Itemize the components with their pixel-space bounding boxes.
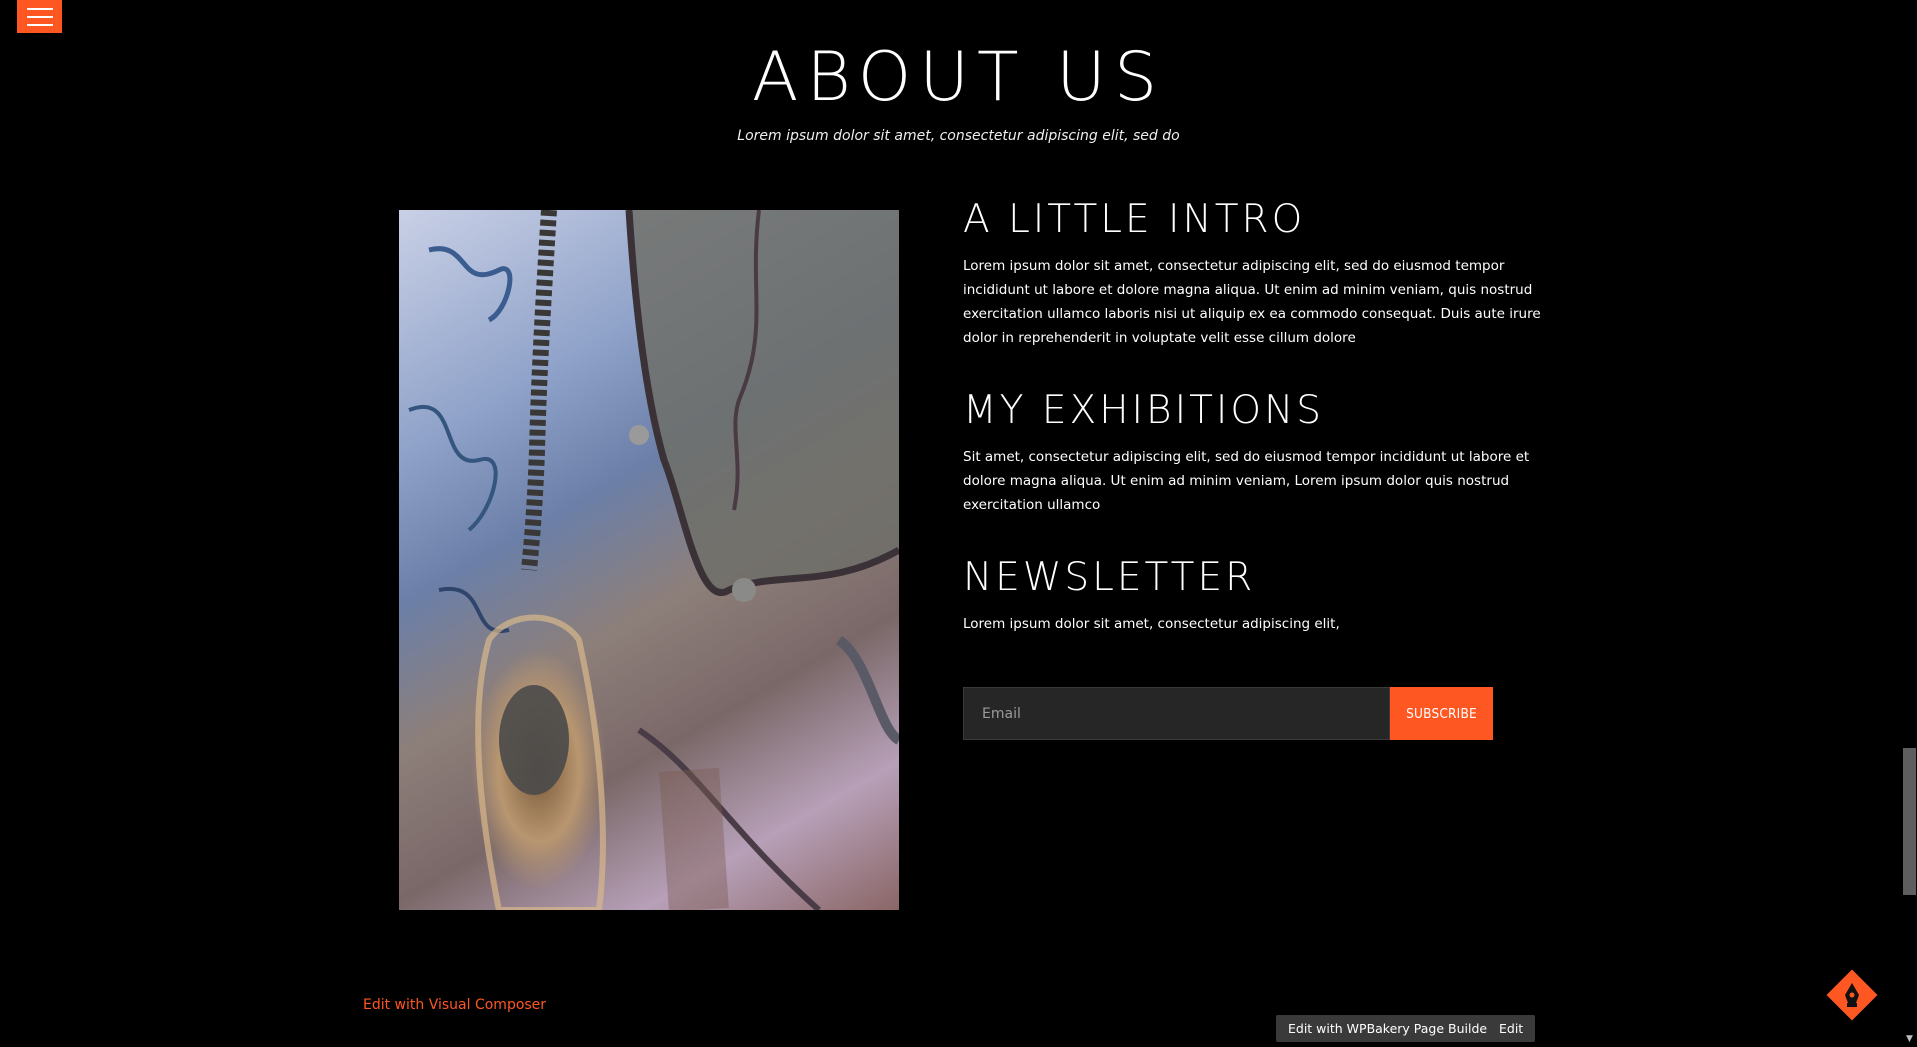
intro-text: Lorem ipsum dolor sit amet, consectetur … (963, 258, 1541, 346)
hamburger-menu-icon (26, 15, 53, 18)
scroll-down-arrow-icon[interactable]: ▼ (1904, 1034, 1915, 1045)
page-title: ABOUT US (751, 38, 1166, 117)
artwork-image (399, 210, 899, 910)
newsletter-form: SUBSCRIBE (963, 687, 1493, 740)
edit-with-visual-composer-link[interactable]: Edit with Visual Composer (363, 997, 546, 1013)
hamburger-menu-icon (26, 7, 53, 10)
subscribe-button[interactable]: SUBSCRIBE (1390, 687, 1493, 740)
exhibitions-heading: MY EXHIBITIONS (963, 388, 1325, 433)
page-subtitle: Lorem ipsum dolor sit amet, consectetur … (737, 128, 1180, 144)
edit-button[interactable]: Edit (1487, 1015, 1536, 1042)
pen-nib-button[interactable] (1826, 969, 1878, 1021)
email-input[interactable] (963, 687, 1390, 740)
hamburger-menu-icon (26, 23, 53, 26)
edit-with-wpbakery-button[interactable]: Edit with WPBakery Page Builder (1276, 1015, 1505, 1042)
newsletter-heading: NEWSLETTER (963, 555, 1256, 600)
exhibitions-text: Sit amet, consectetur adipiscing elit, s… (963, 449, 1530, 513)
intro-heading: A LITTLE INTRO (963, 197, 1306, 242)
scrollbar-thumb[interactable] (1903, 748, 1916, 895)
scrollbar[interactable]: ▼ (1902, 0, 1917, 1047)
pen-nib-icon (1826, 969, 1878, 1021)
menu-toggle-button[interactable] (17, 0, 62, 33)
newsletter-text: Lorem ipsum dolor sit amet, consectetur … (963, 616, 1340, 632)
